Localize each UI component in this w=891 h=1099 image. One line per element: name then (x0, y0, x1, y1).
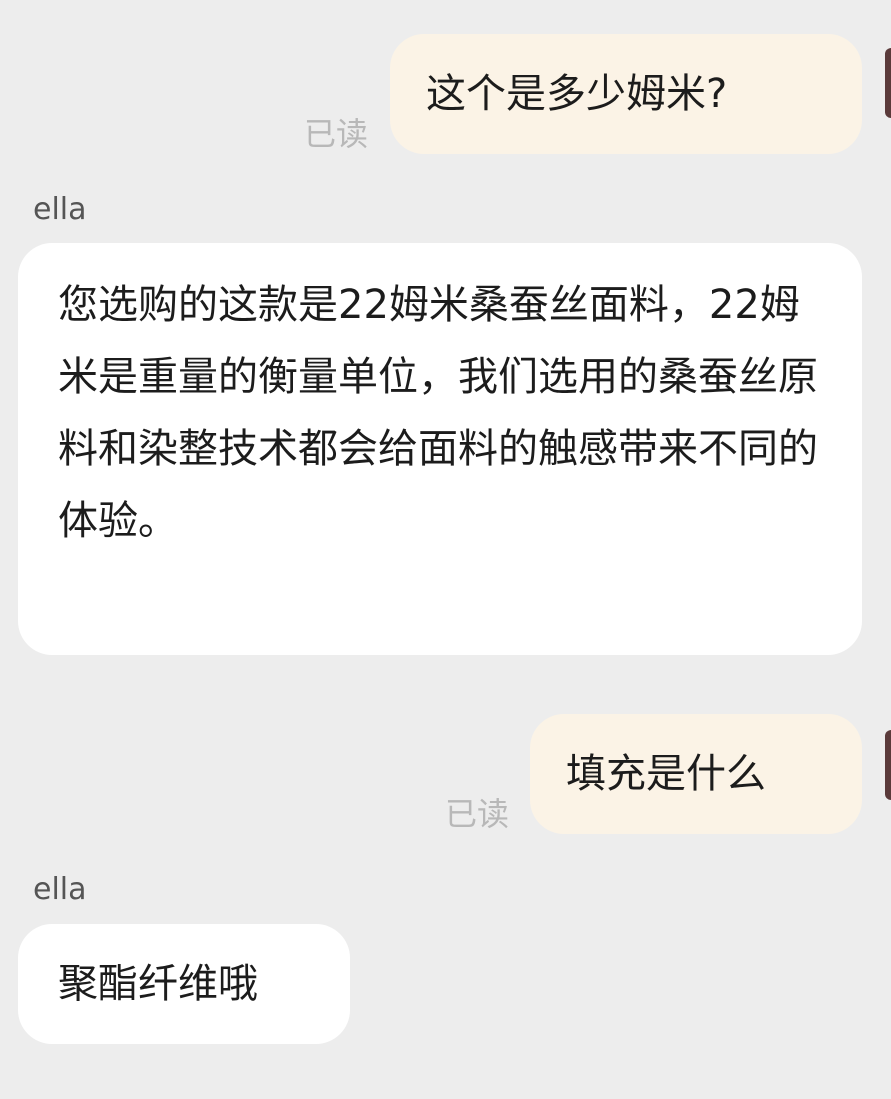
incoming-message-bubble[interactable]: 您选购的这款是22姆米桑蚕丝面料，22姆米是重量的衡量单位，我们选用的桑蚕丝原料… (18, 243, 862, 655)
sender-name: ella (33, 192, 87, 227)
self-avatar-edge[interactable] (885, 48, 891, 118)
outgoing-message-bubble[interactable]: 填充是什么 (530, 714, 862, 834)
read-status: 已读 (445, 795, 510, 833)
message-text: 您选购的这款是22姆米桑蚕丝面料，22姆米是重量的衡量单位，我们选用的桑蚕丝原料… (58, 282, 818, 544)
read-status: 已读 (304, 115, 369, 153)
message-text: 填充是什么 (566, 751, 766, 797)
message-text: 这个是多少姆米? (426, 71, 728, 117)
chat-thread: 这个是多少姆米? 已读 ella 您选购的这款是22姆米桑蚕丝面料，22姆米是重… (0, 0, 891, 1099)
incoming-message-bubble[interactable]: 聚酯纤维哦 (18, 924, 350, 1044)
outgoing-message-bubble[interactable]: 这个是多少姆米? (390, 34, 862, 154)
message-text: 聚酯纤维哦 (58, 961, 258, 1007)
sender-name: ella (33, 872, 87, 907)
self-avatar-edge[interactable] (885, 730, 891, 800)
